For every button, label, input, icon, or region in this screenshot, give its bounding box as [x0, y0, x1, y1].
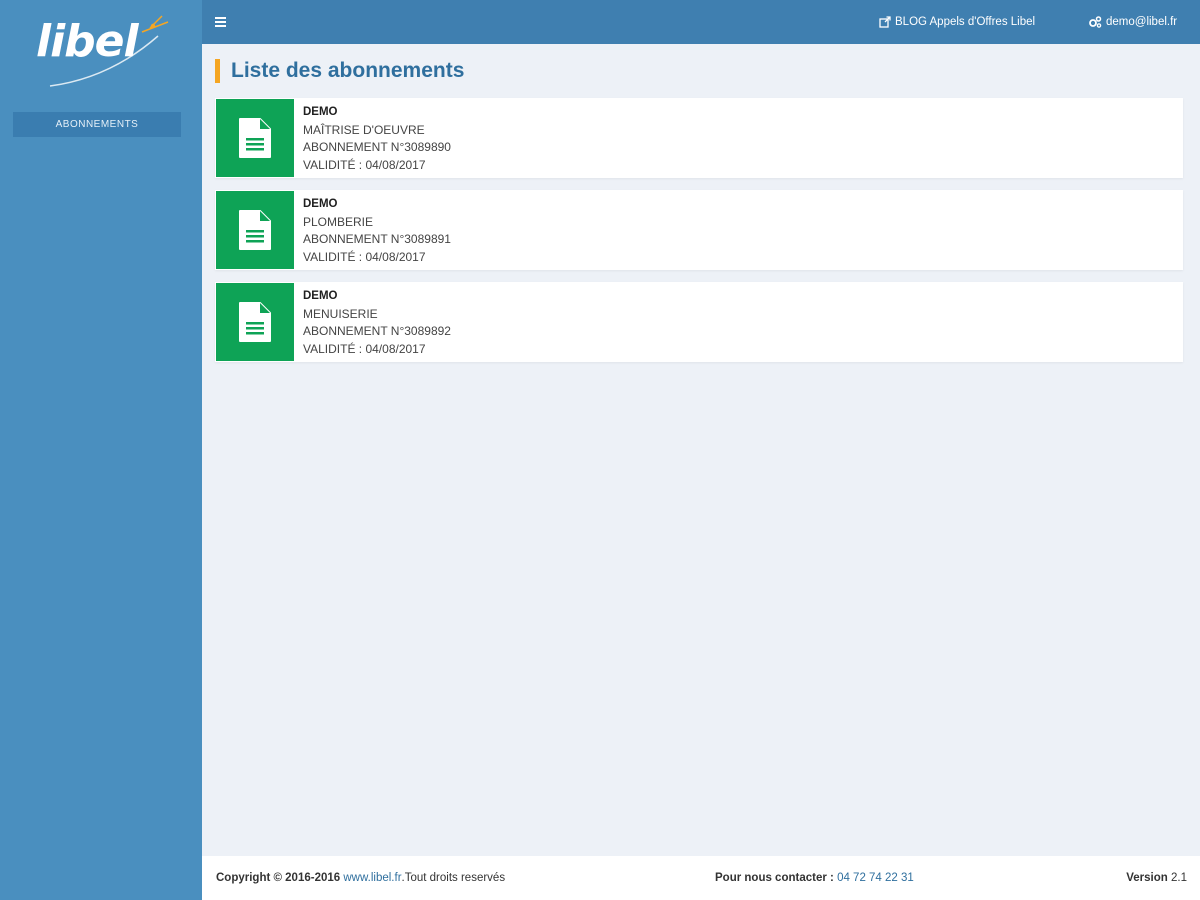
- document-icon: [216, 99, 294, 177]
- page-header: Liste des abonnements: [215, 58, 464, 84]
- blog-link[interactable]: BLOG Appels d'Offres Libel: [879, 0, 1035, 44]
- document-icon: [216, 191, 294, 269]
- subscription-number: ABONNEMENT N°3089892: [303, 324, 451, 338]
- libel-logo[interactable]: libel: [30, 8, 180, 92]
- subscription-details: DEMO PLOMBERIE ABONNEMENT N°3089891 VALI…: [303, 196, 451, 266]
- footer-version: Version 2.1: [1126, 856, 1187, 900]
- hamburger-icon[interactable]: [215, 17, 226, 27]
- sidebar: libel ABONNEMENTS: [0, 0, 202, 900]
- subscription-category: MAÎTRISE D'OEUVRE: [303, 122, 425, 137]
- subscription-card[interactable]: DEMO PLOMBERIE ABONNEMENT N°3089891 VALI…: [215, 190, 1183, 270]
- external-link-icon: [879, 16, 891, 28]
- subscription-validity: VALIDITÉ : 04/08/2017: [303, 249, 426, 264]
- subscription-name: DEMO: [303, 106, 338, 118]
- footer-contact: Pour nous contacter : 04 72 74 22 31: [715, 856, 914, 900]
- user-email: demo@libel.fr: [1106, 16, 1178, 28]
- subscription-name: DEMO: [303, 290, 338, 302]
- subscription-number: ABONNEMENT N°3089890: [303, 140, 451, 154]
- subscription-validity: VALIDITÉ : 04/08/2017: [303, 157, 426, 172]
- subscription-category: MENUISERIE: [303, 306, 378, 321]
- subscription-card[interactable]: DEMO MAÎTRISE D'OEUVRE ABONNEMENT N°3089…: [215, 98, 1183, 178]
- sidebar-item-abonnements[interactable]: ABONNEMENTS: [13, 112, 181, 137]
- user-menu[interactable]: demo@libel.fr: [1088, 0, 1177, 44]
- gears-icon: [1089, 16, 1102, 28]
- subscription-details: DEMO MENUISERIE ABONNEMENT N°3089892 VAL…: [303, 288, 451, 358]
- logo-text: libel: [36, 16, 139, 67]
- subscription-details: DEMO MAÎTRISE D'OEUVRE ABONNEMENT N°3089…: [303, 104, 451, 174]
- document-icon: [216, 283, 294, 361]
- site-link[interactable]: www.libel.fr: [343, 872, 401, 884]
- subscription-card[interactable]: DEMO MENUISERIE ABONNEMENT N°3089892 VAL…: [215, 282, 1183, 362]
- blog-link-label: BLOG Appels d'Offres Libel: [895, 16, 1036, 28]
- title-accent-bar: [215, 59, 220, 83]
- footer: Copyright © 2016-2016 www.libel.fr .Tout …: [202, 856, 1200, 900]
- subscription-validity: VALIDITÉ : 04/08/2017: [303, 341, 426, 356]
- subscription-category: PLOMBERIE: [303, 214, 374, 229]
- subscription-name: DEMO: [303, 198, 338, 210]
- subscription-number: ABONNEMENT N°3089891: [303, 232, 451, 246]
- phone-link[interactable]: 04 72 74 22 31: [837, 872, 914, 884]
- version-label: Version: [1126, 872, 1168, 884]
- footer-copyright: Copyright © 2016-2016 www.libel.fr .Tout …: [216, 856, 505, 900]
- copyright-suffix: .Tout droits reservés: [401, 872, 506, 884]
- contact-label: Pour nous contacter :: [715, 872, 834, 884]
- top-navbar: BLOG Appels d'Offres Libel demo@libel.fr: [202, 0, 1200, 44]
- sidebar-item-label: ABONNEMENTS: [55, 119, 139, 130]
- page-title: Liste des abonnements: [231, 59, 465, 82]
- version-value: 2.1: [1171, 872, 1187, 884]
- copyright-prefix: Copyright © 2016-2016: [216, 872, 341, 884]
